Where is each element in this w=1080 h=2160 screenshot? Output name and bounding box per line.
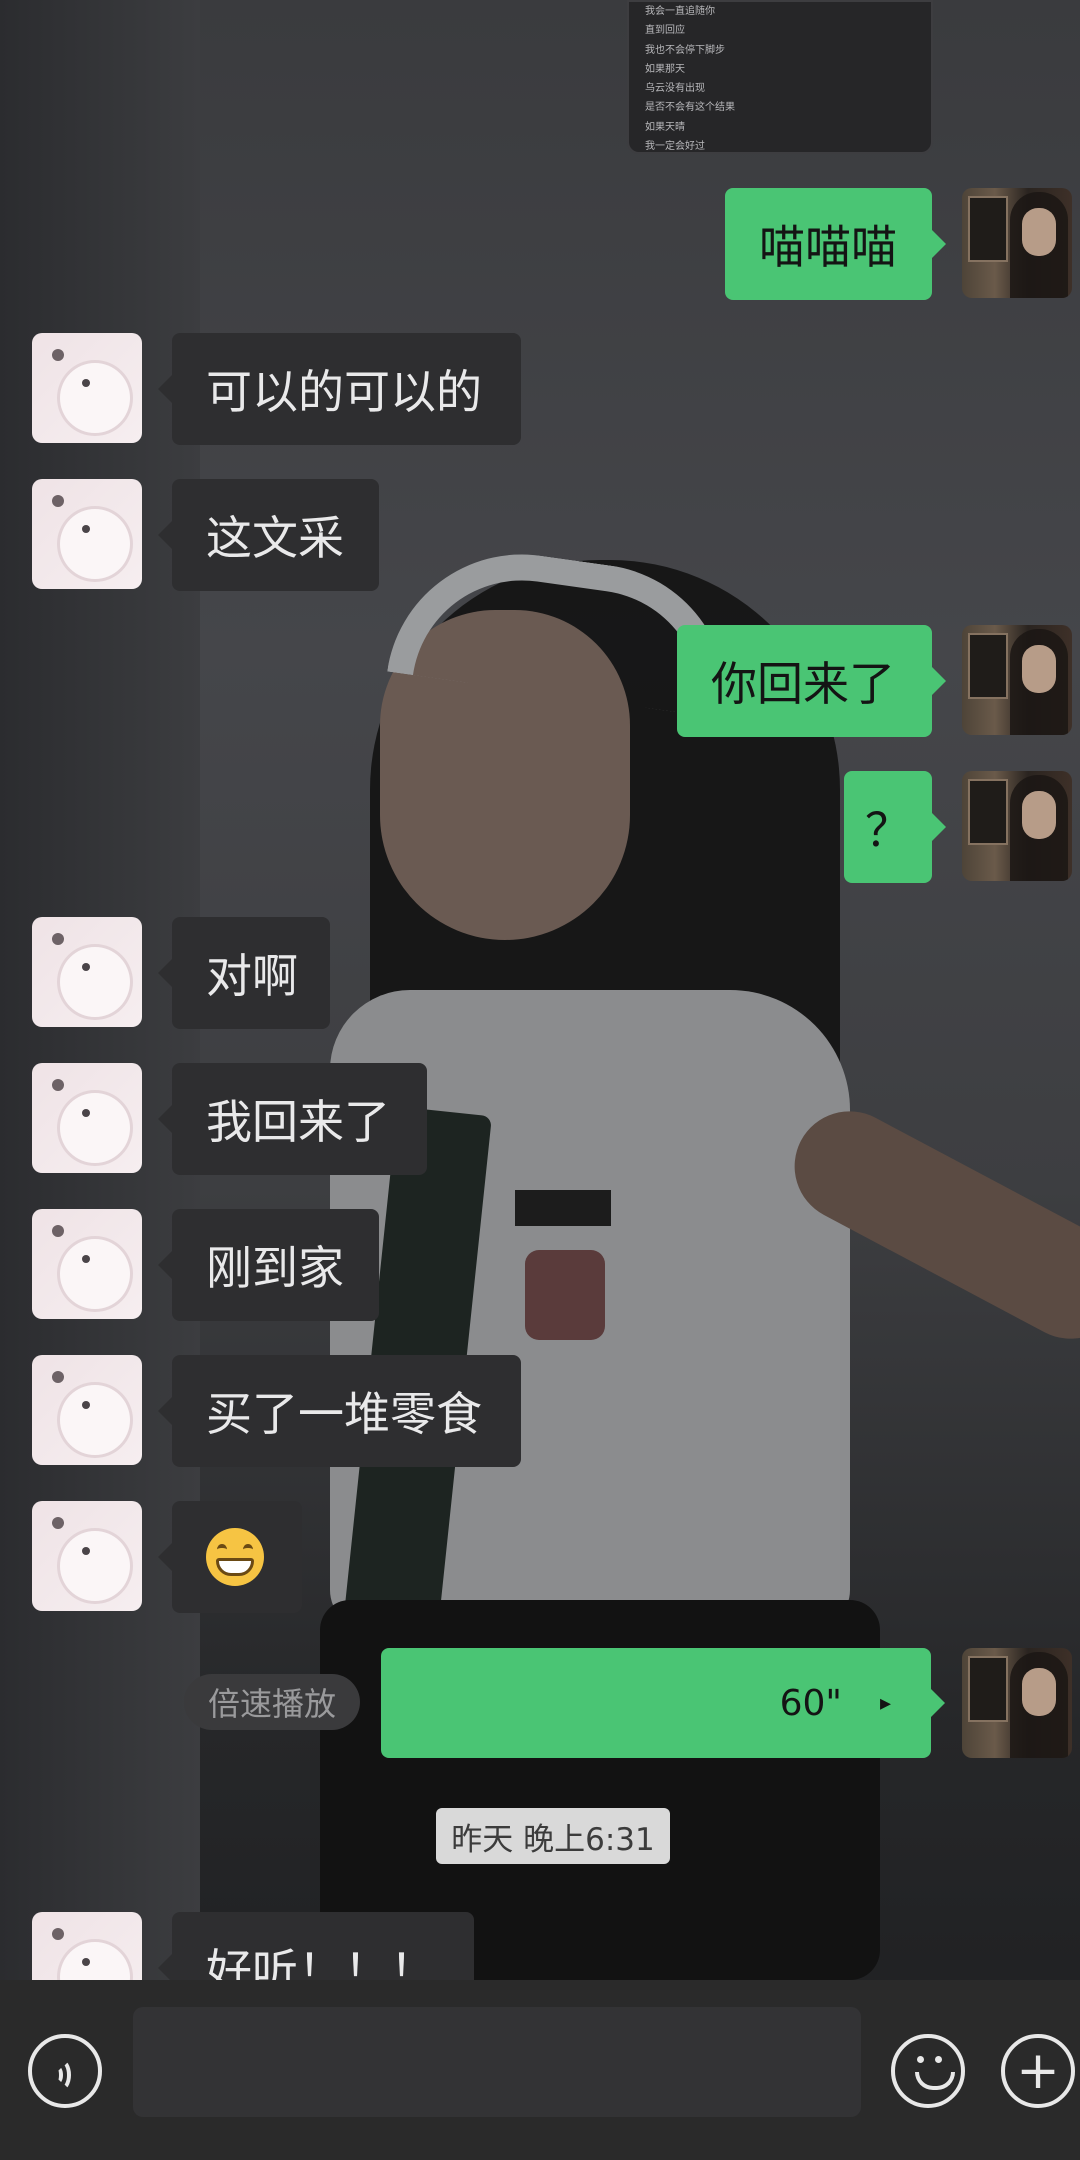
- lyric-line: 我也不会停下脚步: [645, 44, 725, 56]
- plus-icon: +: [1016, 2041, 1060, 2101]
- lyric-line: 如果那天: [645, 63, 685, 75]
- message-bubble-other[interactable]: 我回来了: [158, 1063, 427, 1175]
- chat-input-bar: +: [0, 1980, 1080, 2160]
- emoji-button[interactable]: [891, 2034, 965, 2108]
- self-avatar[interactable]: [962, 188, 1072, 298]
- self-avatar[interactable]: [962, 1648, 1072, 1758]
- message-bubble-other[interactable]: 刚到家: [158, 1209, 379, 1321]
- message-bubble-self[interactable]: 你回来了: [677, 625, 946, 737]
- image-message-lyrics[interactable]: 我会一直追随你 直到回应 我也不会停下脚步 如果那天 乌云没有出现 是否不会有这…: [627, 0, 933, 154]
- message-input[interactable]: [133, 2007, 861, 2117]
- lyric-line: 是否不会有这个结果: [645, 102, 735, 114]
- smile-icon: [895, 2034, 961, 2108]
- message-bubble-other[interactable]: [158, 1501, 302, 1613]
- contact-avatar[interactable]: [32, 1209, 142, 1319]
- voice-duration: 60": [779, 1682, 842, 1724]
- message-bubble-other[interactable]: 买了一堆零食: [158, 1355, 521, 1467]
- playback-speed-button[interactable]: 倍速播放: [184, 1674, 360, 1730]
- contact-avatar[interactable]: [32, 917, 142, 1027]
- self-avatar[interactable]: [962, 625, 1072, 735]
- self-avatar[interactable]: [962, 771, 1072, 881]
- message-bubble-self[interactable]: 喵喵喵: [725, 188, 946, 300]
- contact-avatar[interactable]: [32, 1501, 142, 1611]
- contact-avatar[interactable]: [32, 479, 142, 589]
- voice-message-bubble[interactable]: 60" ▸: [381, 1648, 945, 1758]
- plus-button[interactable]: +: [1001, 2034, 1075, 2108]
- lyric-line: 直到回应: [645, 25, 685, 37]
- message-bubble-other[interactable]: 对啊: [158, 917, 330, 1029]
- contact-avatar[interactable]: [32, 1355, 142, 1465]
- lyric-line: 乌云没有出现: [645, 83, 705, 95]
- message-bubble-other[interactable]: 可以的可以的: [158, 333, 521, 445]
- lyric-line: 如果天晴: [645, 121, 685, 133]
- voice-icon: [51, 2057, 79, 2091]
- message-bubble-self[interactable]: ？: [844, 771, 946, 883]
- contact-avatar[interactable]: [32, 1063, 142, 1173]
- lyric-line: 我一定会好过: [645, 141, 705, 153]
- grinning-emoji-icon: [206, 1528, 264, 1586]
- message-timestamp: 昨天 晚上6:31: [436, 1808, 670, 1864]
- voice-input-button[interactable]: [28, 2034, 102, 2108]
- voice-wave-icon: ▸: [879, 1690, 891, 1716]
- lyric-line: 我会一直追随你: [645, 6, 715, 17]
- contact-avatar[interactable]: [32, 333, 142, 443]
- message-bubble-other[interactable]: 这文采: [158, 479, 379, 591]
